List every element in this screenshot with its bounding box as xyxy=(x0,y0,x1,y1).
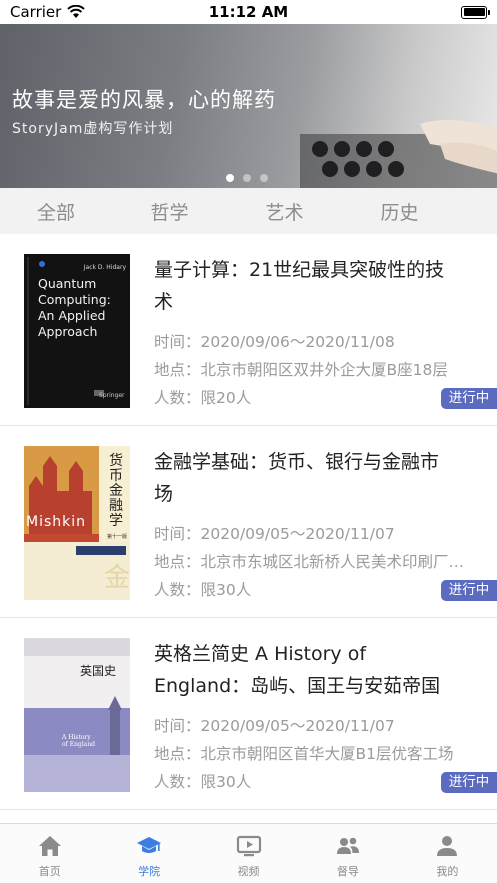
tab-label: 视频 xyxy=(237,865,260,878)
tab-academy[interactable]: 学院 xyxy=(99,824,198,883)
tab-home[interactable]: 首页 xyxy=(0,824,99,883)
tab-mine[interactable]: 我的 xyxy=(398,824,497,883)
cover-title: Quantum Computing: An Applied Approach xyxy=(38,276,111,339)
course-item[interactable]: 金 货币金融学 Mishkin 第十一版 金融学基础：货币、银行与金融市场 时间… xyxy=(0,426,497,618)
cover-name: Mishkin xyxy=(26,514,87,530)
book-cover-quantum: Jack D. Hidary Quantum Computing: An App… xyxy=(24,254,130,408)
bottom-tab-bar: 首页 学院 视频 督导 我的 xyxy=(0,823,497,883)
home-icon xyxy=(38,836,61,856)
tab-history[interactable]: 历史 xyxy=(342,198,457,225)
wifi-icon xyxy=(67,5,86,18)
cover-cn-title: 英国史 xyxy=(80,664,117,678)
carrier-info: Carrier xyxy=(10,3,86,21)
group-icon xyxy=(336,837,359,854)
cover-edition: 第十一版 xyxy=(107,534,128,540)
course-capacity: 人数：限30人 xyxy=(154,773,252,791)
typewriter-image xyxy=(300,120,497,188)
tab-label: 我的 xyxy=(436,865,459,878)
course-capacity: 人数：限30人 xyxy=(154,581,252,599)
status-bar: Carrier 11:12 AM xyxy=(0,0,497,24)
course-time: 时间：2020/09/06～2020/11/08 xyxy=(154,333,395,351)
cover-en-title: A History of England xyxy=(62,734,96,748)
carousel-indicator[interactable] xyxy=(226,174,268,182)
video-play-icon xyxy=(236,835,261,857)
person-icon xyxy=(437,836,458,856)
carousel-dot[interactable] xyxy=(226,174,234,182)
tab-all[interactable]: 全部 xyxy=(0,198,112,225)
tab-art[interactable]: 艺术 xyxy=(227,198,342,225)
course-list: Jack D. Hidary Quantum Computing: An App… xyxy=(0,234,497,810)
course-item[interactable]: Jack D. Hidary Quantum Computing: An App… xyxy=(0,234,497,426)
course-item[interactable]: 英国史 A History of England 英格兰简史 A History… xyxy=(0,618,497,810)
banner-title: 故事是爱的风暴，心的解药 xyxy=(12,88,276,112)
graduation-cap-icon xyxy=(137,837,162,853)
course-title: 英格兰简史 A History of England：岛屿、国王与安茹帝国 xyxy=(154,643,441,697)
tab-label: 首页 xyxy=(38,865,61,878)
course-time: 时间：2020/09/05～2020/11/07 xyxy=(154,717,395,735)
cover-vertical-title: 货币金融学 xyxy=(109,453,123,529)
status-badge: 进行中 xyxy=(441,772,497,793)
tab-philosophy[interactable]: 哲学 xyxy=(112,198,227,225)
course-location: 地点：北京市朝阳区首华大厦B1层优客工场 xyxy=(154,745,454,763)
banner-carousel[interactable]: 故事是爱的风暴，心的解药 StoryJam虚构写作计划 xyxy=(0,24,497,188)
course-capacity: 人数：限20人 xyxy=(154,389,252,407)
carousel-dot[interactable] xyxy=(243,174,251,182)
banner-subtitle: StoryJam虚构写作计划 xyxy=(12,121,174,137)
tab-supervise[interactable]: 督导 xyxy=(298,824,397,883)
carrier-label: Carrier xyxy=(10,3,62,21)
status-badge: 进行中 xyxy=(441,580,497,601)
battery-icon xyxy=(461,5,490,19)
course-time: 时间：2020/09/05～2020/11/07 xyxy=(154,525,395,543)
cover-publisher: Springer xyxy=(99,392,125,399)
tab-label: 督导 xyxy=(336,865,359,878)
book-cover-england: 英国史 A History of England xyxy=(24,638,130,792)
svg-text:金: 金 xyxy=(104,563,130,593)
tab-label: 学院 xyxy=(138,865,161,878)
cover-author: Jack D. Hidary xyxy=(83,264,126,271)
book-cover-finance: 金 货币金融学 Mishkin 第十一版 xyxy=(24,446,130,600)
category-tabs: 全部 哲学 艺术 历史 xyxy=(0,188,497,234)
course-title: 金融学基础：货币、银行与金融市场 xyxy=(154,451,440,505)
carousel-dot[interactable] xyxy=(260,174,268,182)
tab-video[interactable]: 视频 xyxy=(199,824,298,883)
course-location: 地点：北京市朝阳区双井外企大厦B座18层 xyxy=(154,361,448,379)
course-location: 地点：北京市东城区北新桥人民美术印刷厂文创园 xyxy=(154,553,479,571)
status-badge: 进行中 xyxy=(441,388,497,409)
course-title: 量子计算：21世纪最具突破性的技术 xyxy=(154,259,445,313)
